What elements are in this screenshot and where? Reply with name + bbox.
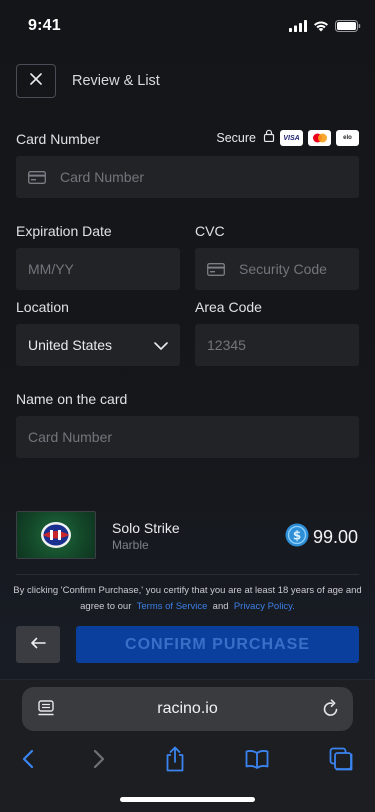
location-label: Location (16, 299, 69, 315)
back-button[interactable] (16, 626, 60, 663)
wifi-icon (313, 20, 329, 32)
chevron-right-icon (93, 749, 105, 774)
product-name: Solo Strike (112, 520, 180, 536)
cvc-label: CVC (195, 223, 225, 239)
product-price: $ 99.00 (285, 523, 358, 552)
area-code-placeholder: 12345 (207, 337, 246, 353)
chevron-left-icon (22, 749, 34, 774)
coin-icon: $ (285, 523, 309, 552)
area-code-label: Area Code (195, 299, 262, 315)
share-icon (164, 746, 186, 777)
card-number-input[interactable]: Card Number (16, 156, 359, 198)
header: Review & List (16, 64, 160, 98)
url-text: racino.io (157, 700, 218, 717)
expiration-placeholder: MM/YY (28, 261, 74, 277)
expiration-input[interactable]: MM/YY (16, 248, 180, 290)
home-indicator (120, 797, 255, 802)
visa-icon: VISA (280, 130, 303, 146)
address-bar[interactable]: racino.io (22, 687, 353, 731)
credit-card-icon (207, 262, 225, 276)
status-time: 9:41 (28, 17, 61, 34)
privacy-policy-link[interactable]: Privacy Policy. (234, 601, 295, 612)
expiration-label: Expiration Date (16, 223, 112, 239)
close-icon (30, 72, 42, 90)
close-button[interactable] (16, 64, 56, 98)
terms-notice: By clicking 'Confirm Purchase,' you cert… (10, 583, 365, 615)
page-title: Review & List (72, 73, 160, 89)
book-icon (245, 749, 269, 774)
product-thumbnail (16, 511, 96, 559)
share-button[interactable] (160, 746, 190, 777)
checkout-screen: 9:41 Review & List Card Number Secure VI… (0, 0, 375, 812)
arrow-left-icon (30, 636, 46, 654)
bookmarks-button[interactable] (242, 747, 272, 775)
area-code-input[interactable]: 12345 (195, 324, 359, 366)
svg-text:$: $ (293, 528, 301, 542)
battery-icon (335, 20, 361, 32)
tabs-icon (329, 747, 353, 776)
cvc-placeholder: Security Code (239, 261, 327, 277)
browser-forward-button[interactable] (84, 747, 114, 775)
terms-of-service-link[interactable]: Terms of Service (137, 601, 208, 612)
location-select[interactable]: United States (16, 324, 180, 366)
cvc-input[interactable]: Security Code (195, 248, 359, 290)
browser-back-button[interactable] (13, 747, 43, 775)
mastercard-icon (308, 130, 331, 146)
status-icons (289, 20, 361, 32)
tabs-button[interactable] (326, 747, 356, 775)
product-emblem-icon (41, 522, 71, 548)
cellular-signal-icon (289, 20, 307, 32)
secure-text: Secure (216, 131, 256, 145)
chevron-down-icon (154, 337, 168, 353)
name-on-card-label: Name on the card (16, 391, 128, 407)
card-number-placeholder: Card Number (60, 169, 145, 185)
name-on-card-placeholder: Card Number (28, 429, 113, 445)
card-number-label: Card Number (16, 131, 101, 147)
price-value: 99.00 (312, 527, 358, 547)
product-subtitle: Marble (112, 538, 149, 552)
secure-indicator: Secure VISA elo (216, 129, 359, 147)
credit-card-icon (28, 170, 46, 184)
terms-and-text: and (212, 601, 229, 612)
elo-icon: elo (336, 130, 359, 146)
lock-icon (263, 129, 275, 147)
name-on-card-input[interactable]: Card Number (16, 416, 359, 458)
reload-icon[interactable] (322, 699, 340, 723)
confirm-purchase-button[interactable]: CONFIRM PURCHASE (76, 626, 359, 663)
location-value: United States (28, 337, 113, 353)
status-bar: 9:41 (0, 0, 375, 54)
divider (16, 574, 359, 575)
